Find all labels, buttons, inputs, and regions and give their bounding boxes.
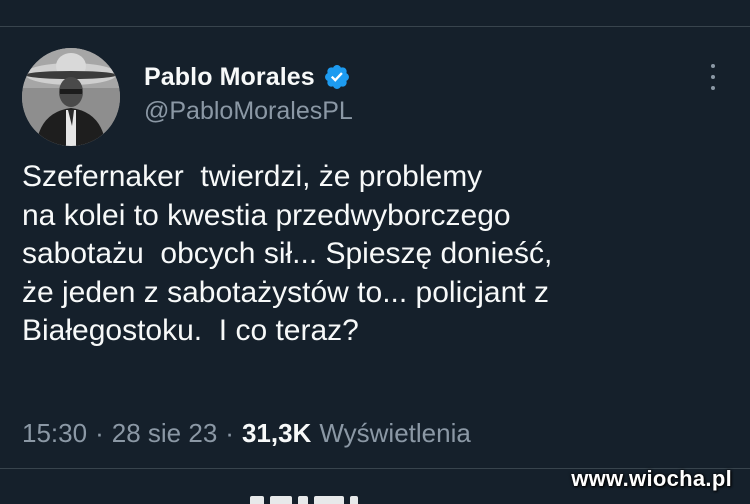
- tweet-date[interactable]: 28 sie 23: [112, 418, 218, 449]
- verified-badge-icon: [323, 63, 351, 91]
- author-handle[interactable]: @PabloMoralesPL: [144, 97, 353, 126]
- tweet-time[interactable]: 15:30: [22, 418, 87, 449]
- tweet-line: sabotażu obcych sił... Spieszę donieść,: [22, 237, 553, 270]
- more-options-icon[interactable]: [706, 64, 720, 90]
- cut-off-text-row: [250, 494, 510, 504]
- top-divider: [0, 26, 750, 27]
- avatar[interactable]: [22, 48, 120, 146]
- meta-separator: ·: [95, 417, 104, 448]
- tweet-line: na kolei to kwestia przedwyborczego: [22, 198, 511, 232]
- watermark: www.wiocha.pl: [571, 466, 732, 491]
- tweet-line: Szefernaker twierdzi, że problemy: [22, 160, 483, 193]
- tweet-line: że jeden z sabotażystów to... policjant …: [22, 275, 549, 309]
- meta-separator: ·: [225, 417, 234, 448]
- tweet-text: Szefernaker twierdzi, że problemy na kol…: [22, 158, 722, 351]
- portrait-with-sombrero-icon: [22, 48, 120, 146]
- views-label: Wyświetlenia: [319, 417, 471, 448]
- views-count[interactable]: 31,3K: [242, 418, 311, 449]
- author-name-row: Pablo Morales: [144, 60, 351, 94]
- tweet-line: Białegostoku. I co teraz?: [22, 314, 359, 347]
- display-name[interactable]: Pablo Morales: [144, 63, 315, 92]
- tweet-meta: 15:30 · 28 sie 23 · 31,3K Wyświetlenia: [22, 416, 471, 450]
